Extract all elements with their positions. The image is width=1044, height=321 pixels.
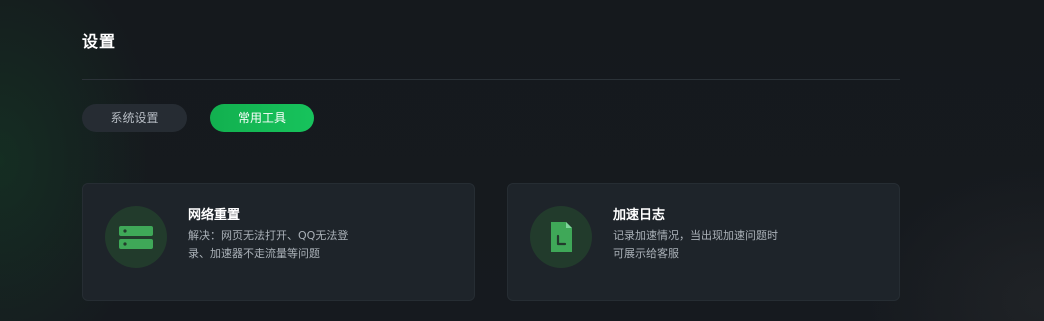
server-icon bbox=[105, 206, 167, 268]
description-line: 解决：网页无法打开、QQ无法登 bbox=[188, 229, 349, 242]
tab-common-tools[interactable]: 常用工具 bbox=[210, 104, 314, 132]
network-reset-description: 解决：网页无法打开、QQ无法登 录、加速器不走流量等问题 bbox=[188, 227, 378, 263]
network-reset-title: 网络重置 bbox=[188, 208, 241, 223]
page-title: 设置 bbox=[82, 32, 117, 51]
acceleration-log-title: 加速日志 bbox=[613, 208, 666, 223]
divider bbox=[82, 79, 900, 80]
tab-bar: 系统设置 常用工具 bbox=[82, 104, 314, 132]
network-reset-card[interactable]: 网络重置 解决：网页无法打开、QQ无法登 录、加速器不走流量等问题 bbox=[82, 183, 475, 301]
description-line: 记录加速情况，当出现加速问题时 bbox=[613, 229, 778, 242]
acceleration-log-description: 记录加速情况，当出现加速问题时 可展示给客服 bbox=[613, 227, 803, 263]
description-line: 可展示给客服 bbox=[613, 247, 679, 260]
description-line: 录、加速器不走流量等问题 bbox=[188, 247, 320, 260]
tab-system-settings[interactable]: 系统设置 bbox=[82, 104, 187, 132]
log-file-icon bbox=[530, 206, 592, 268]
acceleration-log-card[interactable]: 加速日志 记录加速情况，当出现加速问题时 可展示给客服 bbox=[507, 183, 900, 301]
